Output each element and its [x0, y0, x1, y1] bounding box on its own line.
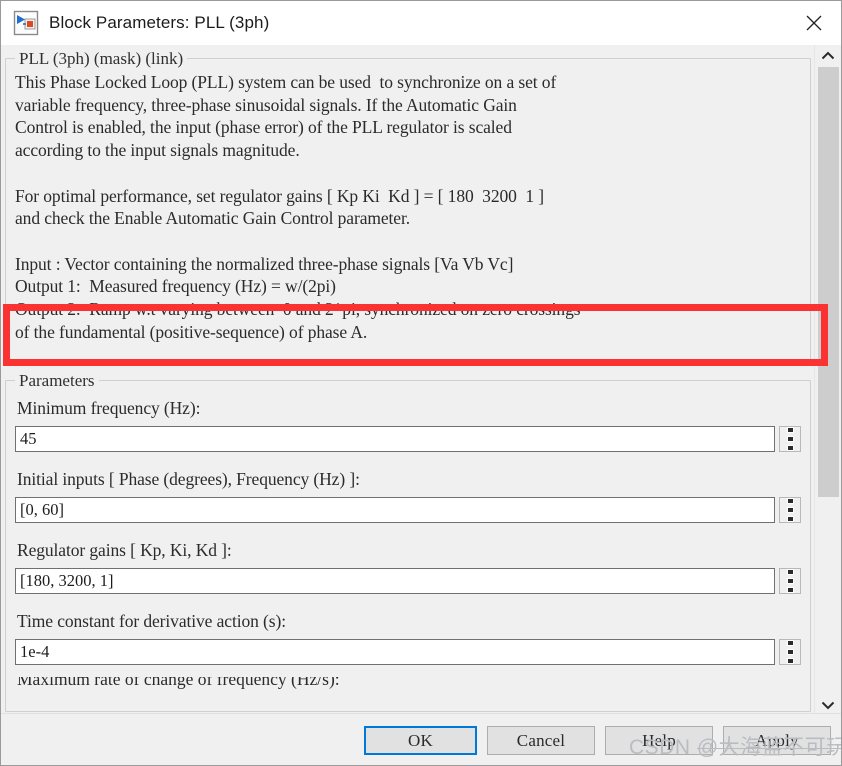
- label-minimum-frequency: Minimum frequency (Hz):: [17, 398, 201, 418]
- dot-icon: [786, 640, 794, 646]
- dot-icon: [786, 427, 794, 433]
- regulator-gains-more-button[interactable]: [779, 568, 801, 594]
- row-minimum-frequency: [15, 426, 801, 452]
- ok-button[interactable]: OK: [364, 726, 477, 755]
- clipped-label-text: Maximum rate of change of frequency (Hz/…: [17, 677, 340, 689]
- dot-icon: [786, 507, 794, 513]
- regulator-gains-input[interactable]: [15, 568, 775, 594]
- simulink-block-icon: [13, 10, 39, 36]
- dot-icon: [786, 658, 794, 664]
- dot-icon: [786, 587, 794, 593]
- label-regulator-gains: Regulator gains [ Kp, Ki, Kd ]:: [17, 540, 232, 560]
- label-initial-inputs: Initial inputs [ Phase (degrees), Freque…: [17, 469, 360, 489]
- chevron-down-icon: [821, 701, 835, 710]
- dialog-content: PLL (3ph) (mask) (link) This Phase Locke…: [1, 45, 841, 716]
- chevron-up-icon: [821, 51, 835, 60]
- scrollbar-track[interactable]: [815, 67, 841, 694]
- dot-icon: [786, 436, 794, 442]
- description-group-legend: PLL (3ph) (mask) (link): [15, 49, 188, 68]
- title-bar: Block Parameters: PLL (3ph): [1, 1, 841, 46]
- dot-icon: [786, 569, 794, 575]
- scroll-up-button[interactable]: [815, 45, 841, 67]
- clipped-next-parameter-label: Maximum rate of change of frequency (Hz/…: [15, 677, 801, 690]
- parameters-fields: Minimum frequency (Hz): Initial inputs […: [15, 397, 801, 690]
- dot-icon: [786, 516, 794, 522]
- dot-icon: [786, 578, 794, 584]
- description-text: This Phase Locked Loop (PLL) system can …: [15, 72, 581, 342]
- help-button[interactable]: Help: [605, 726, 713, 755]
- initial-inputs-input[interactable]: [15, 497, 775, 523]
- parameters-group: Parameters Minimum frequency (Hz): Initi…: [5, 371, 811, 712]
- row-derivative-time-constant: [15, 639, 801, 665]
- apply-button[interactable]: Apply: [723, 726, 831, 755]
- minimum-frequency-input[interactable]: [15, 426, 775, 452]
- dot-icon: [786, 649, 794, 655]
- close-icon: [806, 15, 822, 31]
- close-button[interactable]: [785, 1, 841, 45]
- window-title: Block Parameters: PLL (3ph): [49, 13, 270, 32]
- vertical-scrollbar[interactable]: [814, 45, 841, 716]
- dot-icon: [786, 445, 794, 451]
- derivative-time-constant-more-button[interactable]: [779, 639, 801, 665]
- label-derivative-time-constant: Time constant for derivative action (s):: [17, 611, 286, 631]
- minimum-frequency-more-button[interactable]: [779, 426, 801, 452]
- row-regulator-gains: [15, 568, 801, 594]
- block-parameters-dialog: Block Parameters: PLL (3ph) PLL (3ph) (m…: [0, 0, 842, 766]
- initial-inputs-more-button[interactable]: [779, 497, 801, 523]
- derivative-time-constant-input[interactable]: [15, 639, 775, 665]
- scrollbar-thumb[interactable]: [818, 67, 839, 497]
- description-group: PLL (3ph) (mask) (link) This Phase Locke…: [5, 49, 811, 362]
- dialog-button-bar: OK Cancel Help Apply: [1, 713, 841, 765]
- row-initial-inputs: [15, 497, 801, 523]
- dot-icon: [786, 498, 794, 504]
- cancel-button[interactable]: Cancel: [487, 726, 595, 755]
- parameters-group-legend: Parameters: [15, 371, 99, 390]
